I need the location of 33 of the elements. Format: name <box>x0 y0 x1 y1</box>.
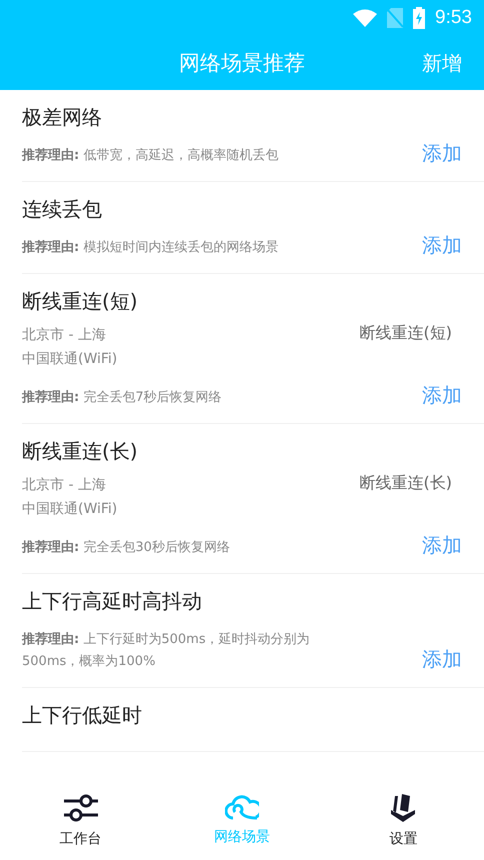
recommend-reason: 推荐理由: 模拟短时间内连续丢包的网络场景 <box>22 239 278 257</box>
route-text: 北京市 - 上海 <box>22 326 107 345</box>
recommend-reason: 推荐理由: 完全丢包7秒后恢复网络 <box>22 389 222 407</box>
carrier-text: 中国联通(WiFi) <box>22 350 118 369</box>
sliders-icon <box>64 792 98 824</box>
recommend-reason: 推荐理由: 上下行延时为500ms，延时抖动分别为500ms，概率为100% <box>22 631 311 671</box>
page-title: 网络场景推荐 <box>179 50 305 77</box>
nav-tab[interactable]: 网络场景 <box>161 780 323 860</box>
battery-charging-icon <box>413 7 426 29</box>
scenario-title: 极差网络 <box>22 104 103 131</box>
add-button[interactable]: 添加 <box>422 232 462 259</box>
carrier-text: 中国联通(WiFi) <box>22 500 118 519</box>
scenario-title: 上下行低延时 <box>22 702 143 729</box>
scenario-title: 断线重连(长) <box>22 438 139 465</box>
add-button[interactable]: 添加 <box>422 532 462 559</box>
no-sim-icon <box>387 8 404 28</box>
scenario-tag: 断线重连(短) <box>360 323 462 371</box>
route-text: 北京市 - 上海 <box>22 476 107 495</box>
add-button[interactable]: 添加 <box>422 140 462 167</box>
status-time: 9:53 <box>435 7 472 29</box>
nav-tab[interactable]: 工作台 <box>0 780 162 860</box>
add-button[interactable]: 添加 <box>422 646 462 673</box>
add-new-button[interactable]: 新增 <box>422 50 462 76</box>
recommend-reason: 推荐理由: 完全丢包30秒后恢复网络 <box>22 539 230 557</box>
scenario-title: 断线重连(短) <box>22 288 139 315</box>
scenario-tag: 断线重连(长) <box>360 473 462 521</box>
wifi-icon <box>353 9 378 27</box>
cloud-icon <box>224 794 259 822</box>
add-button[interactable]: 添加 <box>422 382 462 409</box>
scenario-title: 连续丢包 <box>22 196 103 223</box>
nav-tab[interactable]: 设置 <box>322 780 484 860</box>
scenario-title: 上下行高延时高抖动 <box>22 588 203 615</box>
recommend-reason: 推荐理由: 低带宽，高延迟，高概率随机丢包 <box>22 147 278 165</box>
